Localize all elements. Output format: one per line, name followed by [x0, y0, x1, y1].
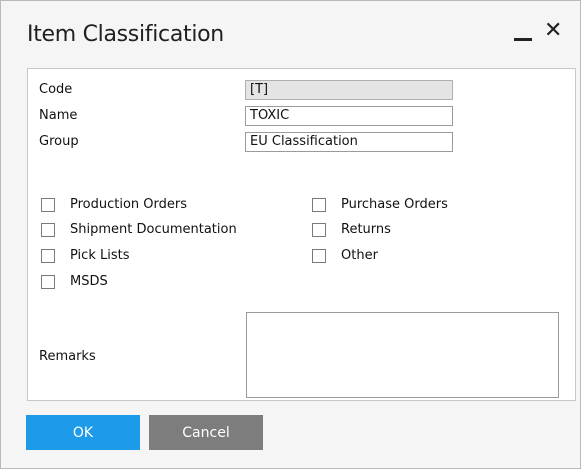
- returns-checkbox[interactable]: [312, 223, 326, 237]
- returns-label: Returns: [341, 222, 391, 237]
- code-field: [T]: [245, 80, 453, 100]
- group-field[interactable]: EU Classification: [245, 132, 453, 152]
- production-orders-checkbox[interactable]: [41, 198, 55, 212]
- production-orders-label: Production Orders: [70, 197, 188, 212]
- pick-lists-label: Pick Lists: [70, 248, 130, 263]
- purchase-orders-label: Purchase Orders: [341, 197, 448, 212]
- close-icon[interactable]: ✕: [544, 20, 562, 42]
- purchase-orders-checkbox[interactable]: [312, 198, 326, 212]
- minimize-icon[interactable]: [514, 38, 532, 41]
- other-label: Other: [341, 248, 378, 263]
- group-label: Group: [39, 134, 79, 149]
- code-label: Code: [39, 82, 73, 97]
- msds-checkbox[interactable]: [41, 275, 55, 289]
- form-panel: Code [T] Name TOXIC Group EU Classificat…: [27, 68, 576, 401]
- name-label: Name: [39, 108, 78, 123]
- pick-lists-checkbox[interactable]: [41, 249, 55, 263]
- remarks-textarea[interactable]: [246, 312, 559, 398]
- window-title: Item Classification: [27, 22, 224, 47]
- item-classification-window: Item Classification ✕ Code [T] Name TOXI…: [0, 0, 581, 469]
- name-field[interactable]: TOXIC: [245, 106, 453, 126]
- shipment-documentation-checkbox[interactable]: [41, 223, 55, 237]
- shipment-documentation-label: Shipment Documentation: [70, 222, 237, 237]
- ok-button[interactable]: OK: [26, 415, 140, 450]
- cancel-button[interactable]: Cancel: [149, 415, 263, 450]
- other-checkbox[interactable]: [312, 249, 326, 263]
- remarks-label: Remarks: [39, 349, 96, 364]
- msds-label: MSDS: [70, 274, 108, 289]
